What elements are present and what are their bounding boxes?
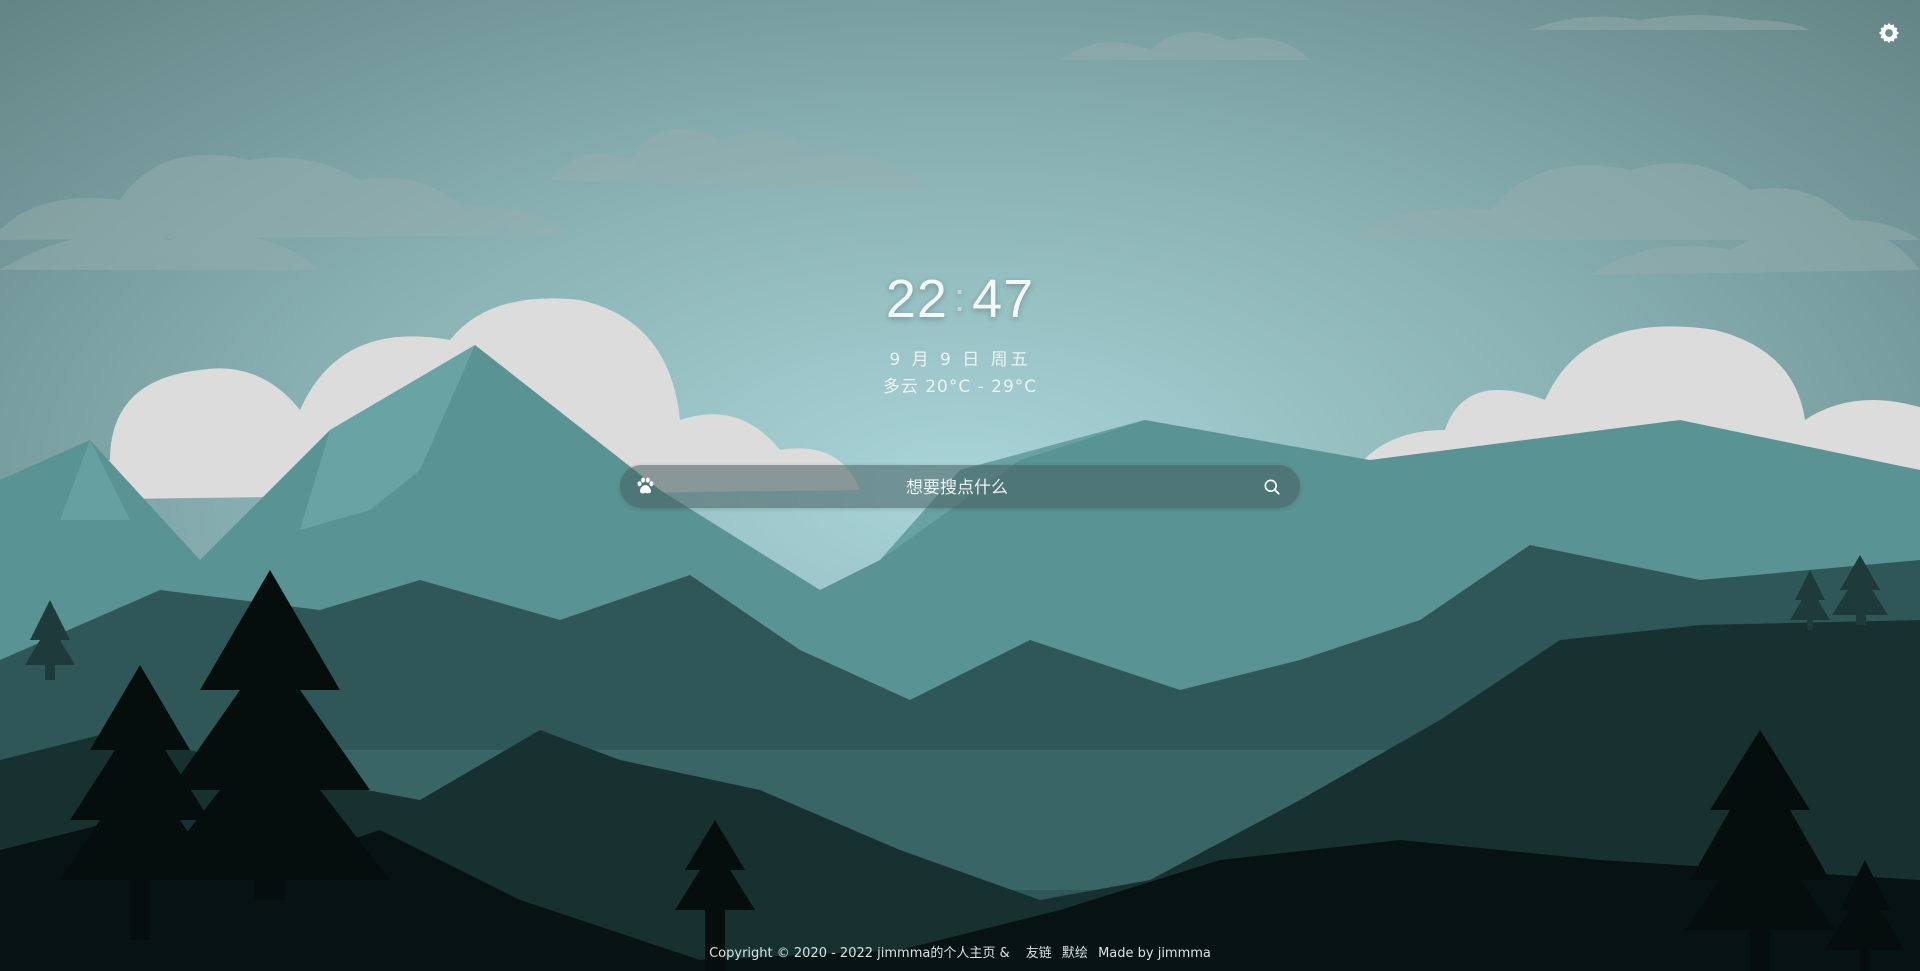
clock-hours: 22 (885, 269, 948, 329)
clock: 22:47 (0, 268, 1920, 330)
date-display: 9 月 9 日 周五 (889, 350, 1031, 370)
search-bar (620, 465, 1300, 510)
search-icon (1264, 479, 1280, 495)
footer-copyright: Copyright © 2020 - 2022 jimmma的个人主页 & (709, 946, 1010, 961)
clock-separator: : (953, 276, 967, 320)
search-engine-button[interactable] (634, 475, 656, 497)
footer: Copyright © 2020 - 2022 jimmma的个人主页 & 友链… (0, 942, 1920, 961)
settings-button[interactable] (1878, 22, 1900, 44)
gear-icon (1878, 22, 1900, 44)
clock-minutes: 47 (972, 269, 1035, 329)
search-submit-button[interactable] (1262, 477, 1282, 497)
weather-display: 多云 20°C - 29°C (882, 377, 1038, 397)
homepage: 22:47 9 月 9 日 周五 多云 20°C - 29°C 想要搜点什么 C… (0, 0, 1920, 971)
footer-friends-link[interactable]: 友链 (1026, 946, 1052, 961)
footer-made-by: Made by jimmma (1098, 946, 1211, 961)
search-input[interactable] (670, 465, 1244, 510)
paw-icon (637, 477, 654, 494)
footer-cloud-link[interactable]: 默绘 (1062, 946, 1088, 961)
